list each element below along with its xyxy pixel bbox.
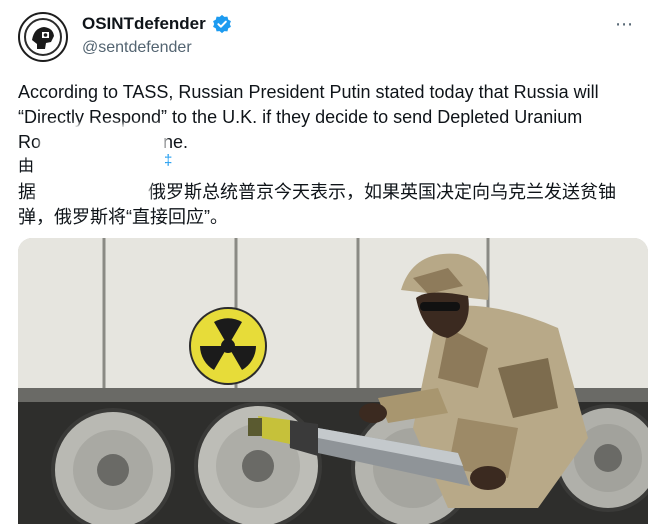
user-handle[interactable]: @sentdefender <box>82 39 192 57</box>
redaction-blur <box>40 124 166 176</box>
tweet-text-fragment: ne. <box>163 132 189 152</box>
tweet-text-fragment: Ro <box>18 132 42 152</box>
verified-badge-icon <box>212 14 231 34</box>
tweet-media-image[interactable] <box>18 238 648 524</box>
translate-link-fragment[interactable]: ‡ <box>164 152 172 169</box>
radiation-symbol-icon <box>189 307 267 385</box>
redaction-blur <box>36 176 150 202</box>
partial-line-fragment: 由 <box>18 158 35 175</box>
avatar[interactable] <box>18 12 68 62</box>
tank-soldier-photo <box>18 238 648 524</box>
more-options-icon[interactable]: ⋯ <box>615 14 634 35</box>
tweet-header: OSINTdefender @sentdefender ⋯ <box>18 12 638 64</box>
display-name[interactable]: OSINTdefender <box>82 14 206 34</box>
tweet-text-line: According to TASS, Russian President Put… <box>18 82 599 102</box>
avatar-logo-icon <box>21 15 65 59</box>
tweet-text-line: 弹，俄罗斯将“直接回应”。 <box>18 207 228 227</box>
tweet-text-fragment: 据 <box>18 182 36 202</box>
tweet-text-fragment: 俄罗斯总统普京今天表示，如果英国决定向乌克兰发送贫铀 <box>148 182 616 202</box>
